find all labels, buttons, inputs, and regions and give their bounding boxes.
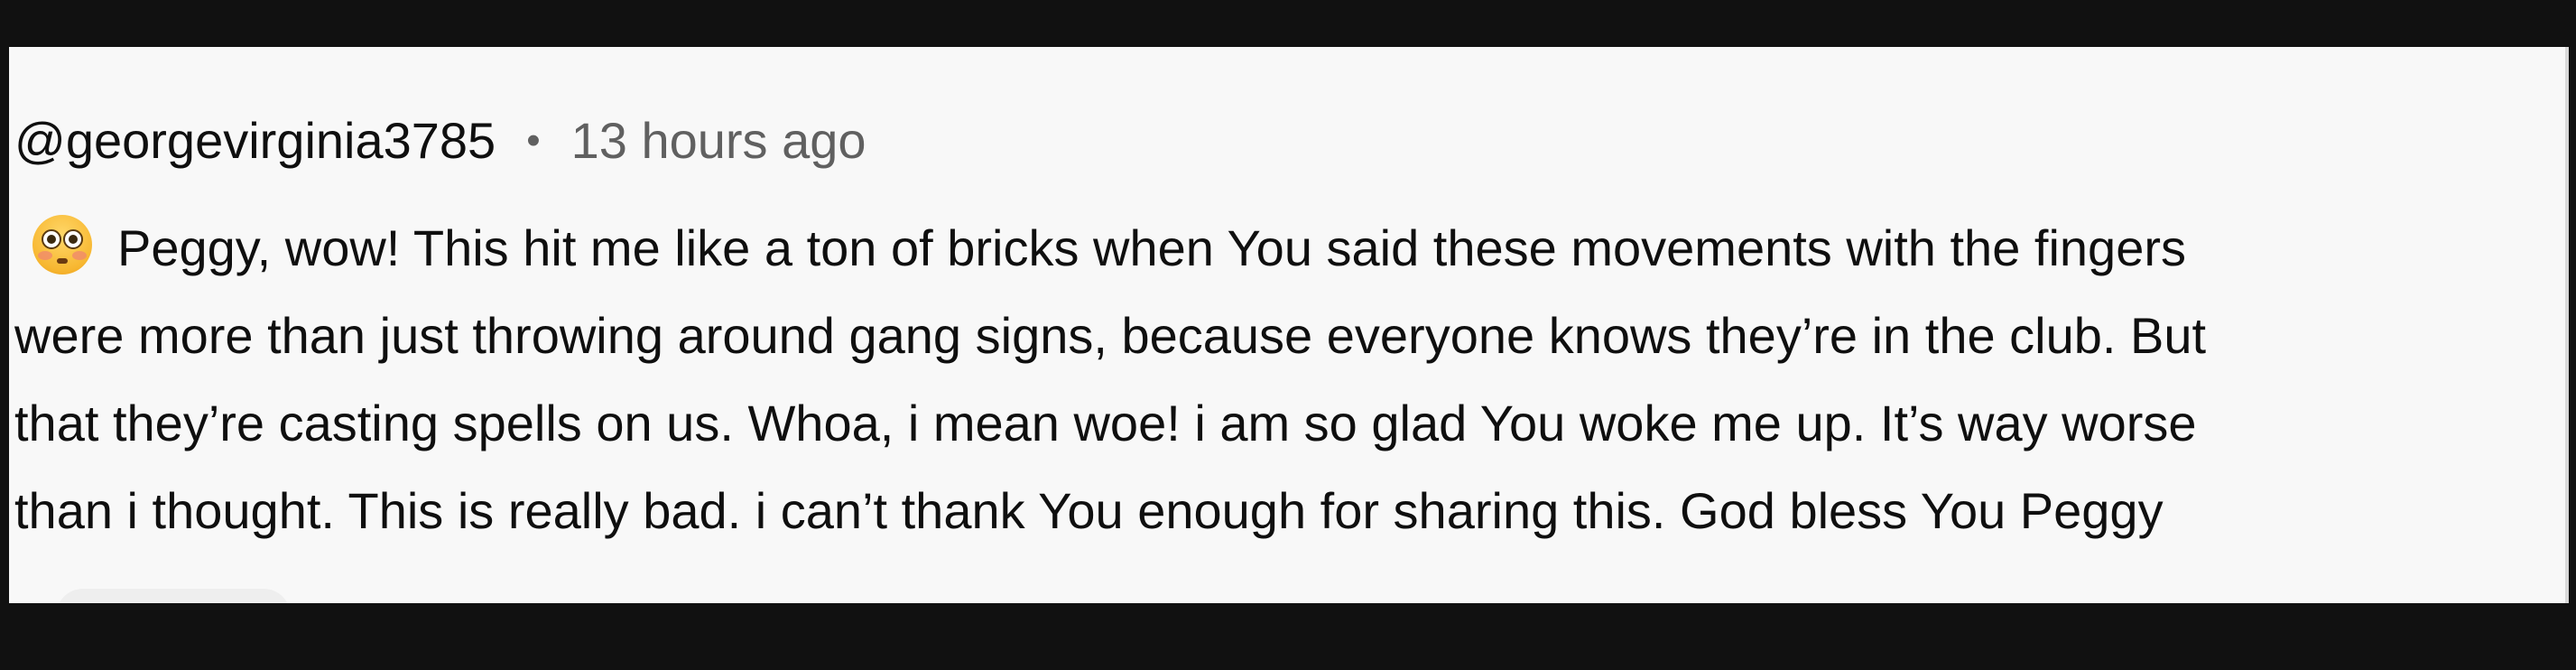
- flushed-face-icon: [32, 215, 92, 275]
- bottom-letterbox-bar: [0, 603, 2576, 670]
- comment-line-4: than i thought. This is really bad. i ca…: [14, 482, 2164, 539]
- comment-body: Peggy, wow! This hit me like a ton of br…: [14, 204, 2529, 554]
- comment-line-2: were more than just throwing around gang…: [14, 307, 2207, 364]
- comment-line-1: Peggy, wow! This hit me like a ton of br…: [14, 204, 2529, 292]
- comment-card: @georgevirginia3785 • 13 hours ago Peggy…: [9, 47, 2569, 603]
- comment-author[interactable]: @georgevirginia3785: [14, 105, 496, 177]
- separator-dot: •: [526, 118, 541, 163]
- comment-timestamp[interactable]: 13 hours ago: [571, 105, 866, 177]
- reply-button-partial[interactable]: [56, 589, 291, 603]
- comment-line-3: that they’re casting spells on us. Whoa,…: [14, 395, 2197, 451]
- comment-header: @georgevirginia3785 • 13 hours ago: [14, 105, 866, 177]
- comment-text-line: Peggy, wow! This hit me like a ton of br…: [117, 219, 2186, 276]
- top-letterbox-bar: [0, 0, 2576, 47]
